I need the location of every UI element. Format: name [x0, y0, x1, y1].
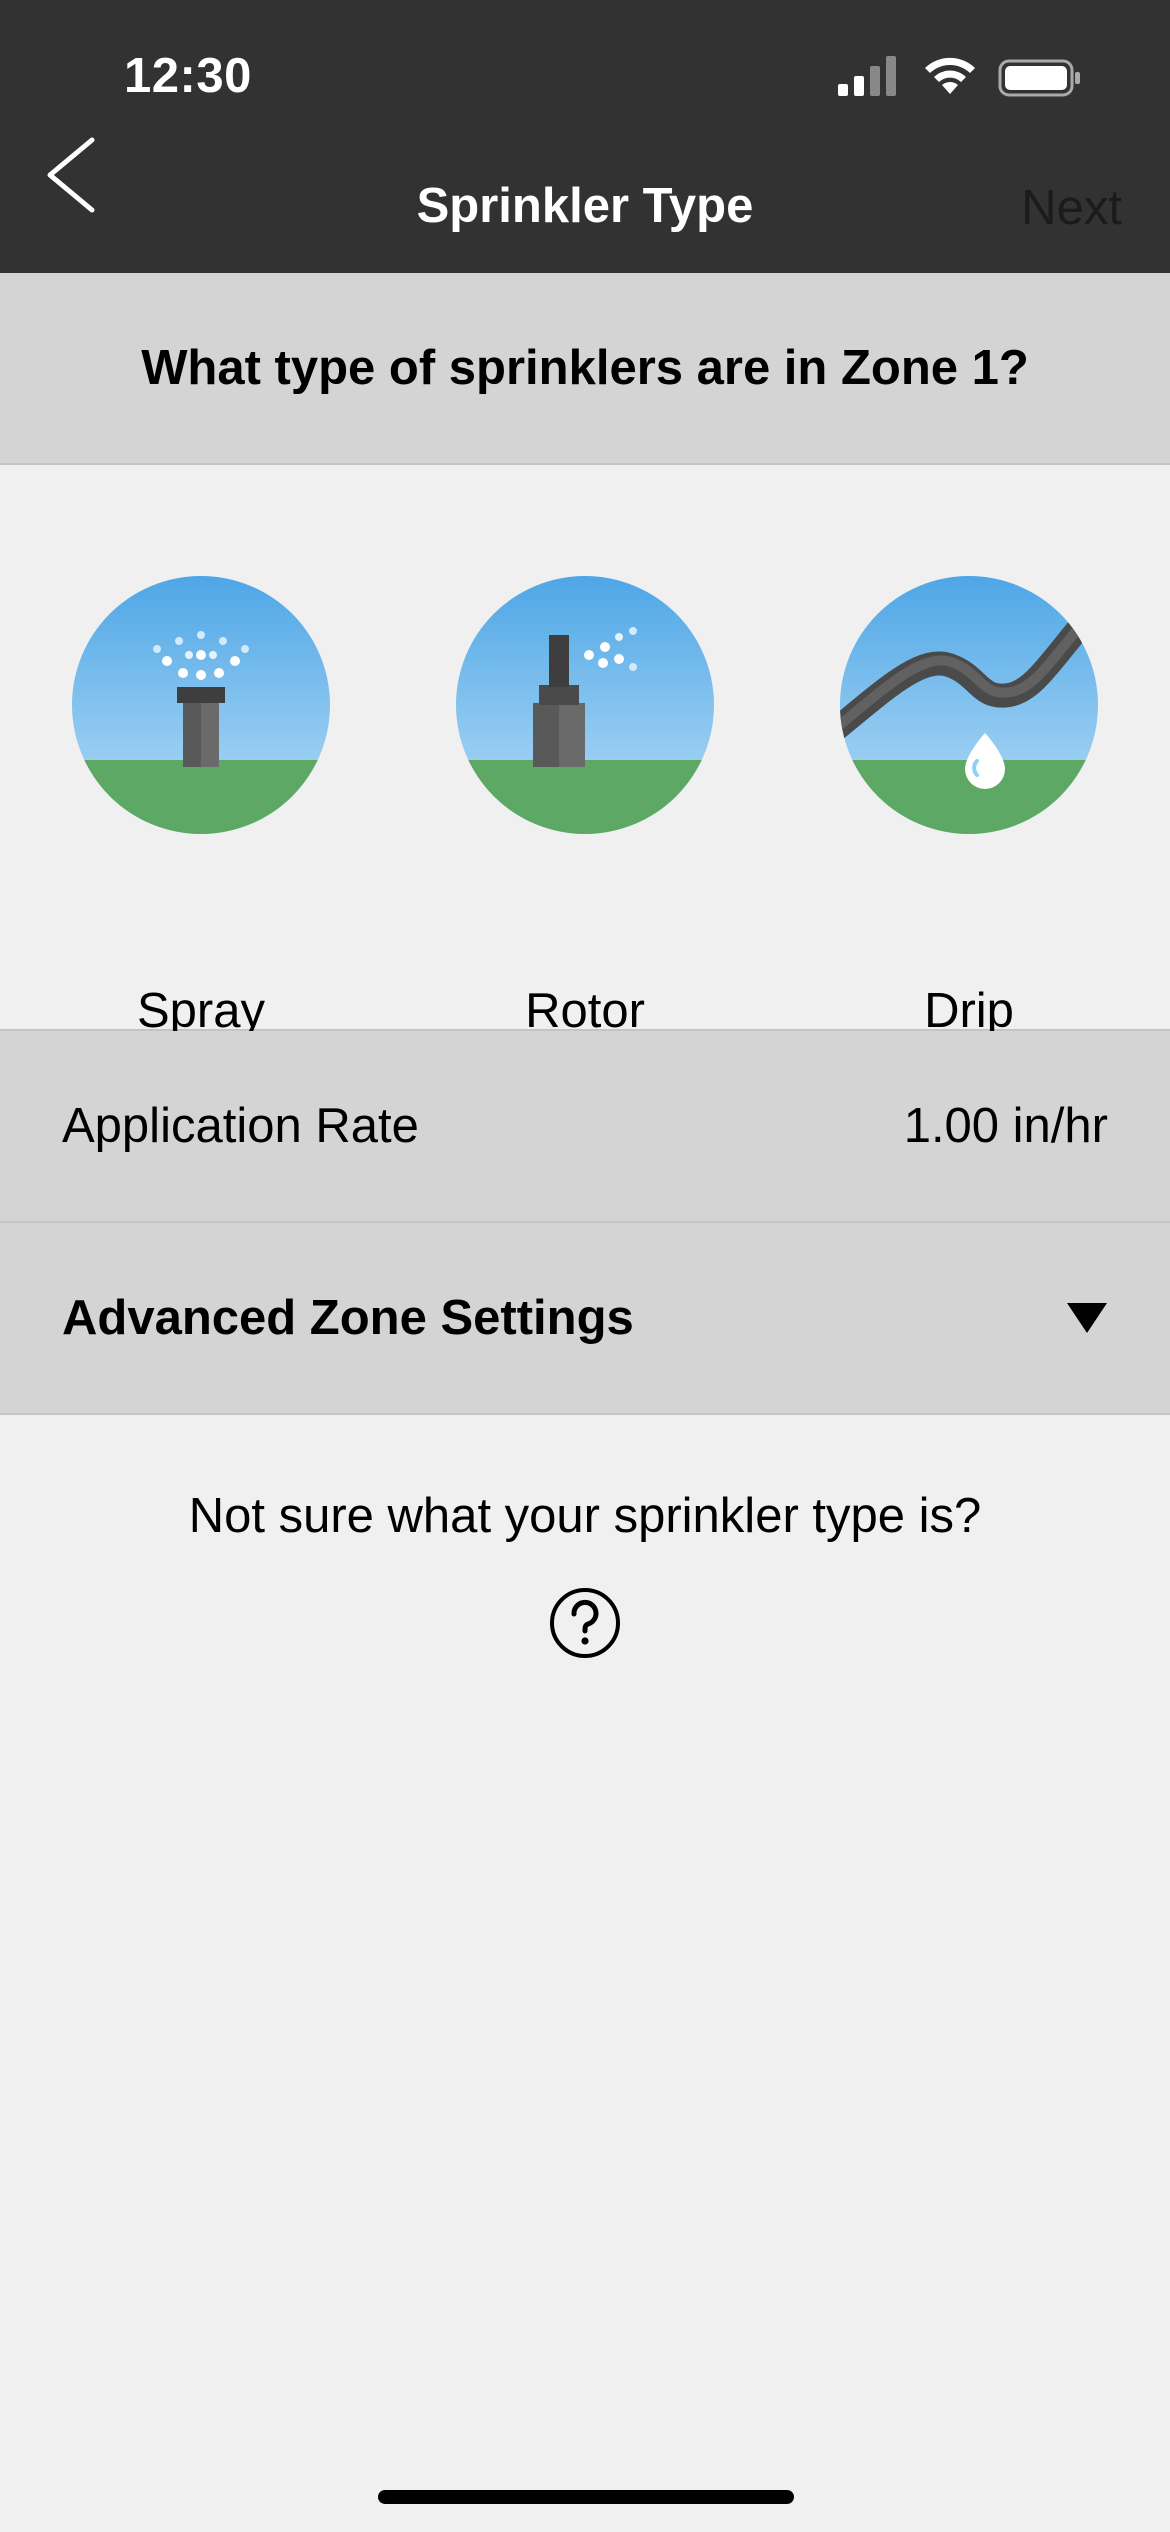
application-rate-row[interactable]: Application Rate 1.00 in/hr — [0, 1031, 1170, 1223]
help-text: Not sure what your sprinkler type is? — [188, 1489, 982, 1543]
next-button[interactable]: Next — [1021, 180, 1122, 236]
spray-sprinkler-icon — [72, 576, 330, 834]
caret-down-icon — [1067, 1303, 1107, 1333]
navigation-bar: 12:30 Sprinkler Type Next — [0, 0, 1170, 273]
question-circle-icon[interactable] — [548, 1586, 622, 1660]
application-rate-value: 1.00 in/hr — [903, 1099, 1108, 1153]
page-title: Sprinkler Type — [416, 179, 754, 233]
spray-option[interactable]: Spray — [71, 575, 331, 1038]
wifi-icon — [925, 57, 975, 94]
application-rate-label: Application Rate — [62, 1099, 419, 1153]
drip-option[interactable]: Drip — [839, 575, 1099, 1038]
rotor-sprinkler-icon — [456, 576, 714, 834]
status-icons — [836, 56, 1096, 100]
drip-line-icon — [840, 576, 1098, 834]
battery-icon — [998, 59, 1080, 97]
advanced-zone-settings-label: Advanced Zone Settings — [62, 1291, 634, 1345]
rotor-option[interactable]: Rotor — [455, 575, 715, 1038]
status-time: 12:30 — [124, 49, 252, 103]
question-text: What type of sprinklers are in Zone 1? — [141, 341, 1029, 395]
home-indicator — [378, 2490, 794, 2504]
cellular-signal-icon — [838, 56, 896, 96]
advanced-zone-settings-row[interactable]: Advanced Zone Settings — [0, 1223, 1170, 1415]
question-header: What type of sprinklers are in Zone 1? — [0, 273, 1170, 465]
sprinkler-type-selector: Spray Rotor Drip — [0, 465, 1170, 1038]
